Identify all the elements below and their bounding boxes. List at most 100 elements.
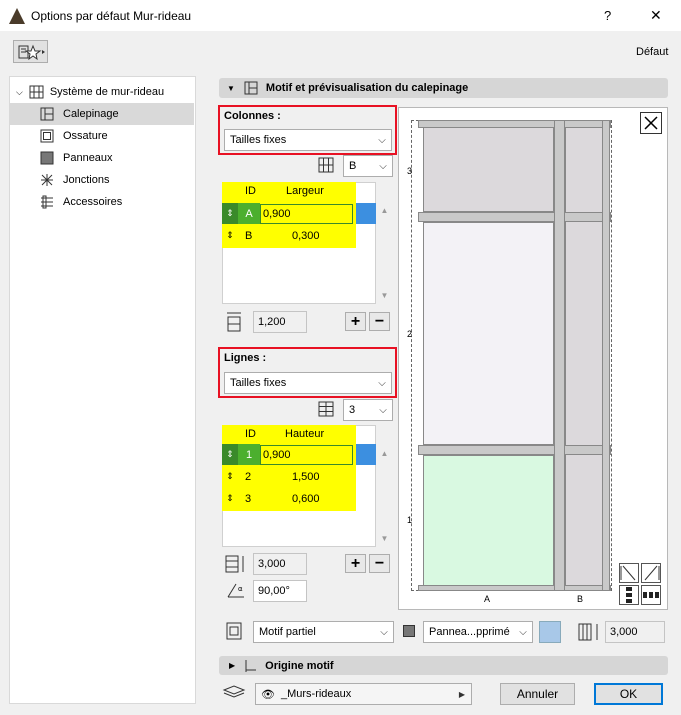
- preview-tool-4[interactable]: [641, 585, 661, 605]
- row-id: B: [245, 229, 253, 242]
- col-label-b: B: [577, 594, 584, 604]
- window-title: Options par défaut Mur-rideau: [31, 9, 192, 23]
- header-width: Largeur: [286, 185, 324, 197]
- panel-icon: [403, 625, 415, 637]
- expand-triangle-icon[interactable]: ▶: [229, 661, 235, 670]
- preview-close-button[interactable]: [640, 112, 662, 134]
- section-header[interactable]: ▼ Motif et prévisualisation du calepinag…: [219, 78, 668, 98]
- cancel-button[interactable]: Annuler: [500, 683, 575, 705]
- height-icon: [578, 623, 598, 641]
- pattern-mode-select[interactable]: Motif partiel ⌵: [253, 621, 394, 643]
- chevron-down-icon: ⌵: [378, 377, 386, 389]
- chevron-down-icon: ⌵: [519, 626, 527, 638]
- origin-section-header[interactable]: ▶ Origine motif: [219, 656, 668, 675]
- junction-icon: [41, 174, 53, 186]
- close-button[interactable]: ✕: [650, 7, 662, 24]
- svg-text:α: α: [238, 585, 243, 593]
- rows-label: Lignes :: [224, 352, 267, 364]
- table-row[interactable]: ⇕ B 0,300: [222, 225, 356, 246]
- drag-handle-icon[interactable]: ⇕: [222, 444, 238, 465]
- columns-scrollbar[interactable]: ▲ ▼: [376, 182, 393, 304]
- scroll-down-icon[interactable]: ▼: [381, 534, 389, 543]
- rows-total-field: 3,000: [253, 553, 307, 575]
- title-bar: Options par défaut Mur-rideau ? ✕: [0, 0, 681, 31]
- drag-handle-icon[interactable]: ⇕: [222, 230, 238, 241]
- frame-v2: [602, 120, 610, 591]
- sidebar-item-ossature[interactable]: Ossature: [10, 125, 194, 147]
- preview-tool-1[interactable]: [619, 563, 639, 583]
- sidebar-item-label: Jonctions: [63, 174, 110, 186]
- collapse-triangle-icon[interactable]: ▼: [227, 84, 235, 93]
- slash-icon: [644, 565, 660, 581]
- backslash-icon: [620, 565, 636, 581]
- close-icon: [644, 116, 658, 130]
- row-label-2: 2: [407, 329, 413, 339]
- scroll-up-icon[interactable]: ▲: [381, 449, 389, 458]
- sidebar-item-panneaux[interactable]: Panneaux: [10, 147, 194, 169]
- table-row[interactable]: ⇕ 2 1,500: [222, 466, 356, 487]
- remove-column-button[interactable]: −: [369, 312, 390, 331]
- row-value: 0,300: [292, 229, 320, 242]
- row-value: 0,600: [292, 492, 320, 505]
- frame-v1: [554, 120, 565, 591]
- column-count-select[interactable]: B ⌵: [343, 155, 393, 177]
- preview-tool-3[interactable]: [619, 585, 639, 605]
- panel-col-b: [565, 125, 605, 586]
- panel-row1: [423, 455, 554, 586]
- angle-field[interactable]: 90,00°: [253, 580, 307, 602]
- sidebar-item-jonctions[interactable]: Jonctions: [10, 169, 194, 191]
- columns-mode-select[interactable]: Tailles fixes ⌵: [224, 129, 392, 151]
- chevron-down-icon[interactable]: ⌵: [16, 87, 23, 98]
- header-id: ID: [245, 185, 256, 197]
- scroll-down-icon[interactable]: ▼: [381, 291, 389, 300]
- layer-icon: [222, 685, 246, 698]
- columns-mode-value: Tailles fixes: [230, 134, 287, 146]
- sidebar-item-label: Ossature: [63, 130, 108, 142]
- accessories-icon: [41, 195, 53, 209]
- row-count-value: 3: [349, 404, 356, 416]
- drag-handle-icon[interactable]: ⇕: [222, 471, 238, 482]
- table-row[interactable]: ⇕ A 0,900: [222, 203, 376, 224]
- panel-value: Pannea...pprimé: [429, 626, 510, 638]
- help-button[interactable]: ?: [604, 8, 611, 23]
- layer-select[interactable]: 👁 _Murs-rideaux ▶: [255, 683, 472, 705]
- ok-button[interactable]: OK: [594, 683, 663, 705]
- drag-handle-icon[interactable]: ⇕: [222, 493, 238, 504]
- preview-tool-2[interactable]: [641, 563, 661, 583]
- sidebar-root[interactable]: ⌵ Système de mur-rideau: [16, 83, 164, 101]
- row-count-icon: [318, 401, 334, 417]
- layer-value: _Murs-rideaux: [280, 688, 352, 700]
- height-field: 3,000: [605, 621, 665, 643]
- row-selection-bar: [356, 203, 376, 224]
- panel-row3: [423, 125, 554, 212]
- total-height-icon: [225, 555, 244, 573]
- pattern-mode-value: Motif partiel: [259, 626, 316, 638]
- panel-settings-button[interactable]: [539, 621, 561, 643]
- scroll-up-icon[interactable]: ▲: [381, 206, 389, 215]
- pattern-icon: [226, 622, 242, 640]
- sidebar-item-accessoires[interactable]: Accessoires: [10, 191, 194, 213]
- add-row-button[interactable]: +: [345, 554, 366, 573]
- column-count-icon: [318, 157, 334, 173]
- remove-row-button[interactable]: −: [369, 554, 390, 573]
- curtain-wall-icon: [29, 85, 44, 99]
- table-row[interactable]: ⇕ 1 0,900: [222, 444, 376, 465]
- row-count-select[interactable]: 3 ⌵: [343, 399, 393, 421]
- row-value: 1,500: [292, 470, 320, 483]
- rows-scrollbar[interactable]: ▲ ▼: [376, 425, 393, 547]
- sidebar-item-label: Panneaux: [63, 152, 113, 164]
- sidebar-item-calepinage[interactable]: Calepinage: [10, 103, 194, 125]
- frame-bottom: [418, 585, 611, 591]
- total-width-icon: [227, 312, 241, 332]
- rows-mode-select[interactable]: Tailles fixes ⌵: [224, 372, 392, 394]
- table-row[interactable]: ⇕ 3 0,600: [222, 488, 356, 509]
- frame-icon: [40, 129, 54, 143]
- panel-select[interactable]: Pannea...pprimé ⌵: [423, 621, 533, 643]
- add-column-button[interactable]: +: [345, 312, 366, 331]
- drag-handle-icon[interactable]: ⇕: [222, 203, 238, 224]
- vertical-grid-icon: [626, 587, 632, 603]
- row-value-input[interactable]: 0,900: [260, 444, 353, 465]
- grid-pattern-icon: [40, 107, 54, 121]
- favorites-button[interactable]: [13, 40, 48, 63]
- row-value-input[interactable]: 0,900: [260, 203, 353, 224]
